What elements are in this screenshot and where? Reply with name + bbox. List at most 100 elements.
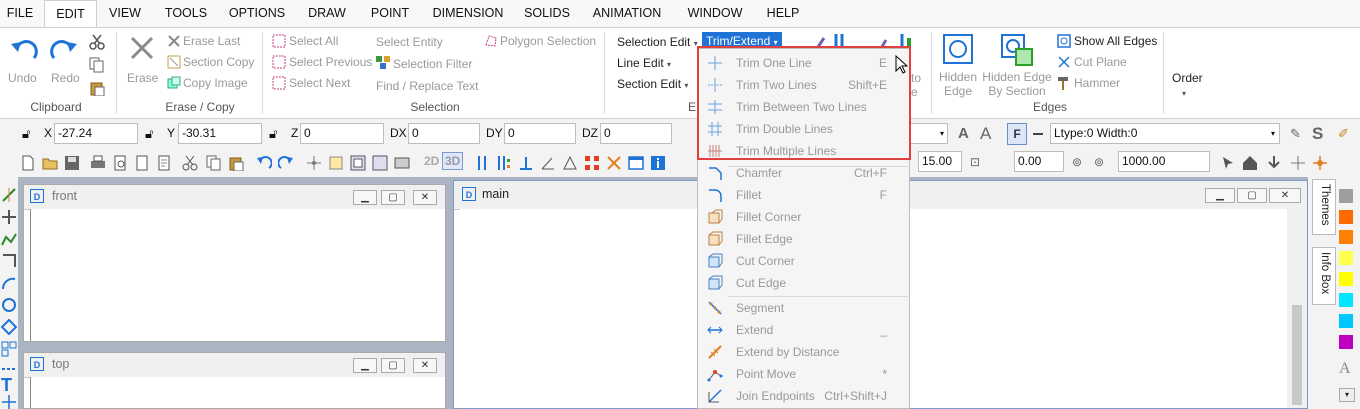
vertical-scrollbar[interactable] [1287, 209, 1307, 408]
info-icon[interactable] [650, 155, 666, 171]
chevron-down-icon[interactable]: ▾ [1182, 89, 1186, 98]
section-copy-label[interactable]: Section Copy [183, 55, 254, 69]
parallel-icon[interactable] [474, 155, 490, 171]
color-swatch-cyan[interactable] [1339, 293, 1353, 307]
grid-snap-icon[interactable] [496, 155, 512, 171]
minimize-button[interactable]: ▁ [353, 190, 377, 205]
info-box-tab[interactable]: Info Box [1312, 247, 1336, 305]
menu-file[interactable]: FILE [0, 0, 40, 27]
crosshair-icon[interactable] [1290, 155, 1306, 171]
selection-filter-label[interactable]: Selection Filter [393, 57, 472, 71]
text-tool-icon[interactable]: T [1, 375, 12, 396]
polygon-selection-label[interactable]: Polygon Selection [500, 34, 596, 48]
order-label[interactable]: Order [1172, 71, 1203, 85]
themes-tab[interactable]: Themes [1312, 179, 1336, 235]
color-swatch-magenta[interactable] [1339, 335, 1353, 349]
menu-item-point-move[interactable]: Point Move * [698, 363, 909, 385]
download-icon[interactable] [1266, 155, 1282, 171]
value-input-3[interactable]: 1000.00 [1118, 151, 1210, 172]
menu-item-fillet[interactable]: Fillet F [698, 184, 909, 206]
snap-target-icon[interactable] [1312, 155, 1328, 171]
erase-last-label[interactable]: Erase Last [183, 34, 240, 48]
erase-icon[interactable] [128, 34, 156, 62]
cut-plane-icon[interactable] [1057, 55, 1071, 69]
dx-input[interactable]: 0 [408, 123, 480, 144]
window-icon[interactable] [628, 155, 644, 171]
print-icon[interactable] [90, 155, 106, 171]
snap-icon[interactable] [606, 155, 622, 171]
copy-image-icon[interactable] [167, 76, 181, 90]
color-swatch-sky-blue[interactable] [1339, 314, 1353, 328]
snap-points-icon[interactable] [584, 155, 600, 171]
selection-filter-icon[interactable] [376, 56, 392, 70]
brush-icon[interactable]: ✐ [1338, 123, 1349, 144]
color-swatch-light-yellow[interactable] [1339, 251, 1353, 265]
cut-plane-label[interactable]: Cut Plane [1074, 55, 1127, 69]
view-icon[interactable] [394, 155, 410, 171]
show-all-edges-icon[interactable] [1057, 34, 1071, 48]
expand-panel-icon[interactable]: ▾ [1339, 388, 1355, 402]
dz-input[interactable]: 0 [600, 123, 672, 144]
menu-item-extend-by-distance[interactable]: Extend by Distance [698, 341, 909, 363]
selection-edit-dropdown[interactable]: Selection Edit ▾ [617, 35, 698, 49]
top-window-titlebar[interactable]: D top ▁ ▢ ✕ [24, 353, 445, 378]
close-button[interactable]: ✕ [413, 190, 437, 205]
x-coordinate-input[interactable]: -27.24 [54, 123, 138, 144]
text-size-icon[interactable]: A [980, 123, 991, 144]
scrollbar-thumb[interactable] [1292, 305, 1302, 405]
document-icon[interactable] [156, 155, 172, 171]
top-viewport-canvas[interactable] [30, 377, 445, 408]
hidden-edge-label[interactable]: Hidden Edge [938, 70, 978, 98]
select-all-icon[interactable] [272, 34, 286, 48]
dy-input[interactable]: 0 [504, 123, 576, 144]
spacing-icon[interactable]: ⊡ [970, 155, 980, 169]
section-edit-dropdown[interactable]: Section Edit ▾ [617, 77, 688, 91]
angle-icon[interactable] [540, 155, 556, 171]
rectangle-tool-icon[interactable] [1, 253, 17, 269]
style-s-icon[interactable]: S [1312, 123, 1323, 144]
page-setup-icon[interactable] [134, 155, 150, 171]
maximize-button[interactable]: ▢ [1237, 188, 1267, 203]
menu-help[interactable]: HELP [760, 0, 806, 27]
polygon-tool-icon[interactable] [1, 319, 17, 335]
cut-icon[interactable] [182, 155, 198, 171]
menu-edit[interactable]: EDIT [44, 0, 97, 27]
window-select-icon[interactable] [350, 155, 366, 171]
hidden-edge-by-section-icon[interactable] [1000, 33, 1034, 67]
select-next-icon[interactable] [272, 76, 286, 90]
pen-icon[interactable]: ✎ [1290, 123, 1301, 144]
select-previous-label[interactable]: Select Previous [289, 55, 372, 69]
undo-icon[interactable] [8, 36, 38, 64]
line-tool-icon[interactable] [1, 187, 17, 203]
hidden-edge-by-section-label[interactable]: Hidden Edge By Section [982, 70, 1052, 98]
menu-dimension[interactable]: DIMENSION [425, 0, 511, 27]
front-window-titlebar[interactable]: D front ▁ ▢ ✕ [24, 185, 445, 210]
value-input-1[interactable]: 15.00 [918, 151, 962, 172]
triangle-icon[interactable] [562, 155, 578, 171]
arc-tool-icon[interactable] [1, 275, 17, 291]
copy-icon[interactable] [89, 57, 105, 73]
menu-options[interactable]: OPTIONS [222, 0, 292, 27]
redo-icon[interactable] [50, 36, 80, 64]
menu-item-fillet-corner[interactable]: Fillet Corner [698, 206, 909, 228]
section-copy-icon[interactable] [167, 55, 181, 69]
linetype-select[interactable]: Ltype:0 Width:0 ▾ [1050, 123, 1280, 144]
save-icon[interactable] [64, 155, 80, 171]
point-tool-icon[interactable] [1, 395, 17, 409]
new-file-icon[interactable] [20, 155, 36, 171]
font-icon[interactable]: F [1007, 123, 1027, 145]
menu-item-fillet-edge[interactable]: Fillet Edge [698, 228, 909, 250]
select-next-label[interactable]: Select Next [289, 76, 350, 90]
close-button[interactable]: ✕ [413, 358, 437, 373]
redo-label[interactable]: Redo [51, 71, 80, 85]
undo-icon[interactable] [256, 155, 272, 171]
menu-item-segment[interactable]: Segment [698, 297, 909, 319]
color-swatch-gray[interactable] [1339, 189, 1353, 203]
y-coordinate-input[interactable]: -30.31 [178, 123, 262, 144]
menu-item-extend[interactable]: Extend _ [698, 319, 909, 341]
hammer-label[interactable]: Hammer [1074, 76, 1120, 90]
find-replace-label[interactable]: Find / Replace Text [376, 79, 479, 93]
menu-tools[interactable]: TOOLS [155, 0, 217, 27]
copy-image-label[interactable]: Copy Image [183, 76, 248, 90]
mode-2d-button[interactable]: 2D [424, 154, 439, 168]
